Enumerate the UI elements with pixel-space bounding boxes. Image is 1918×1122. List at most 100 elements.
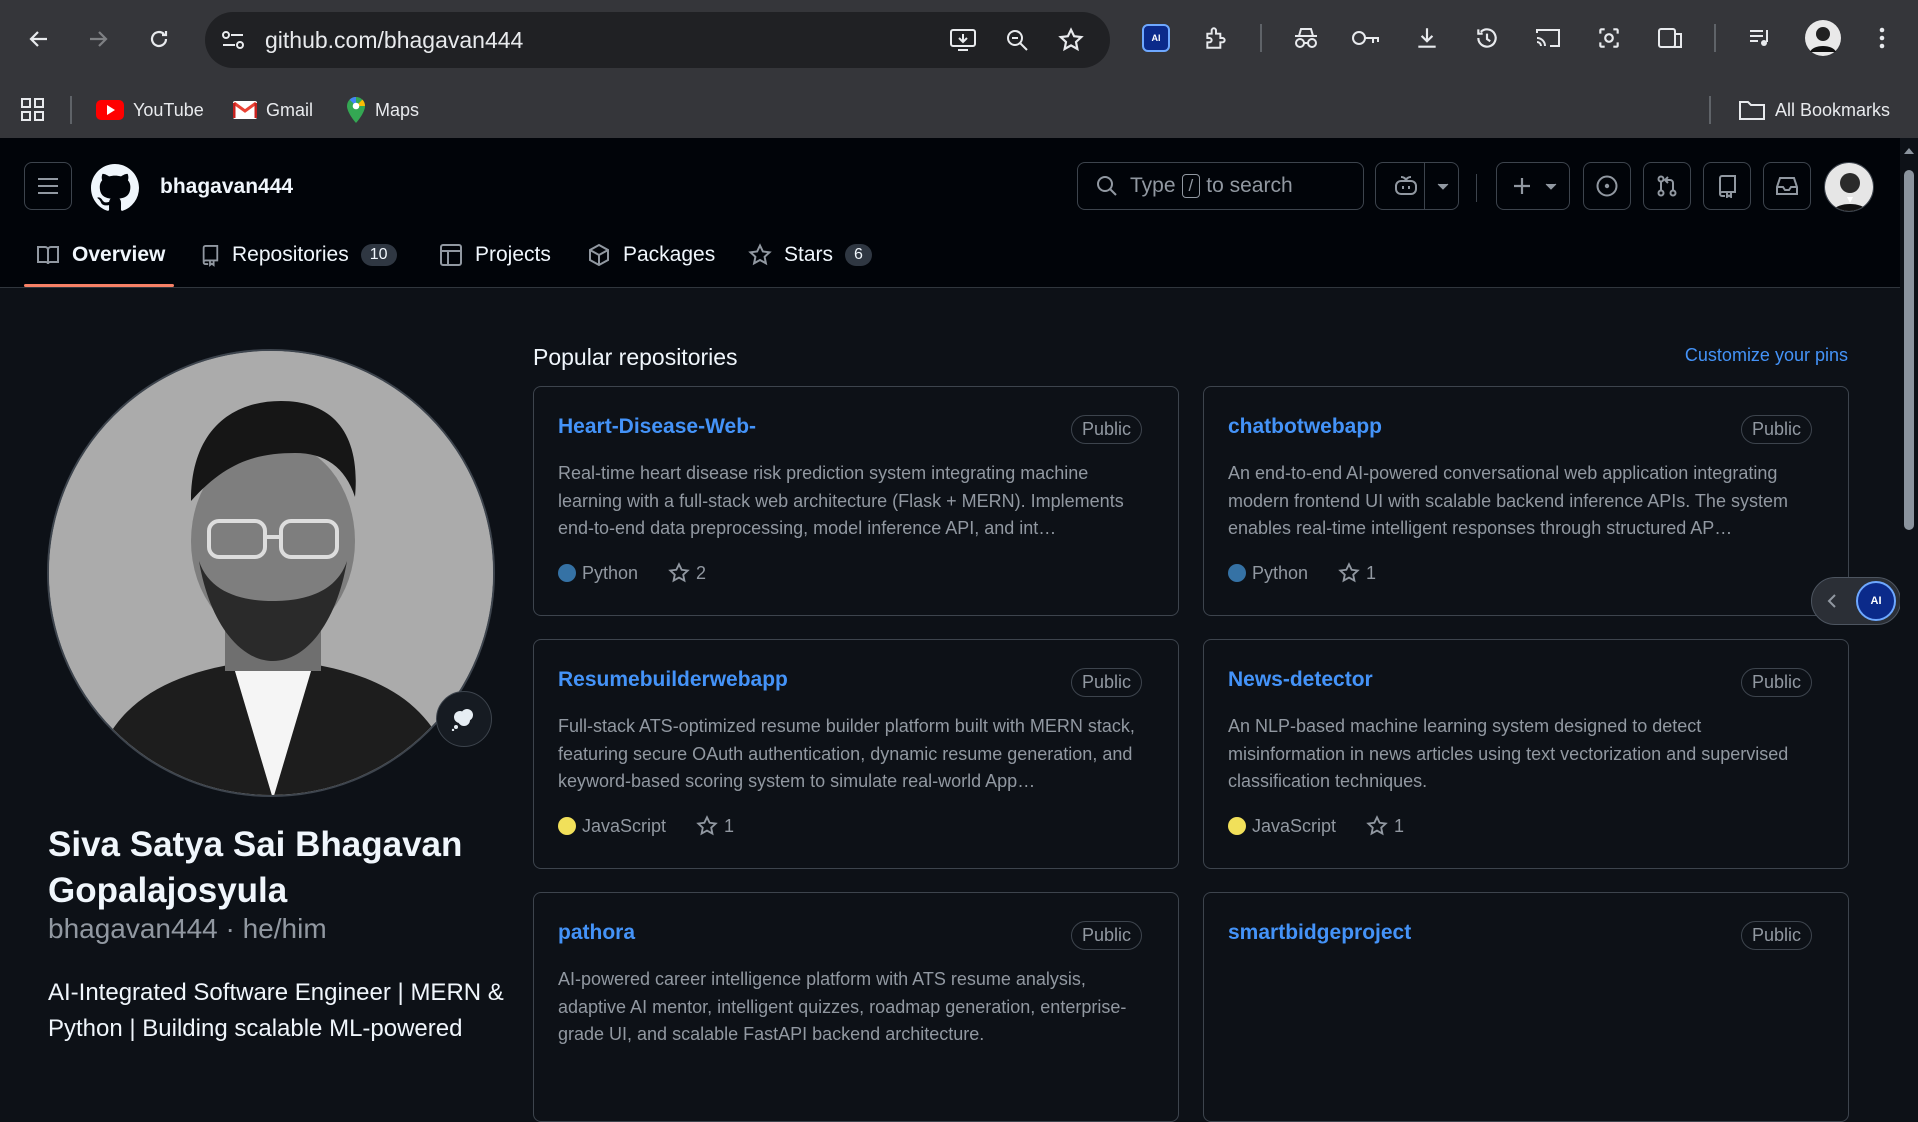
hamburger-icon	[38, 178, 58, 194]
header-divider	[1476, 174, 1477, 202]
downloads-icon[interactable]	[1411, 22, 1443, 54]
chevron-left-icon	[1827, 594, 1836, 608]
pinned-repo-card: chatbotwebapp Public An end-to-end AI-powe…	[1203, 386, 1849, 616]
ai-badge-icon: AI	[1856, 581, 1896, 621]
repo-language: Python	[1252, 562, 1309, 583]
star-icon	[668, 562, 690, 583]
zoom-icon[interactable]	[1001, 26, 1033, 54]
bookmarks-divider	[1709, 96, 1711, 124]
package-icon	[589, 243, 609, 267]
tab-search-icon[interactable]	[1654, 22, 1686, 54]
menu-kebab-icon[interactable]	[1866, 22, 1898, 54]
repo-meta: JavaScript 1	[1228, 815, 1404, 837]
active-tab-indicator	[24, 284, 174, 287]
bookmark-maps[interactable]: Maps	[346, 95, 419, 125]
visibility-badge: Public	[1070, 668, 1142, 697]
pinned-repo-card: smartbidgeproject Public	[1203, 892, 1849, 1122]
repo-name-link[interactable]: Heart-Disease-Web-	[558, 415, 756, 439]
set-status-button[interactable]	[436, 691, 492, 747]
tab-projects[interactable]: Projects	[439, 236, 551, 274]
repo-language: Python	[582, 562, 639, 583]
scrollbar-thumb[interactable]	[1904, 170, 1914, 530]
star-icon	[748, 243, 772, 266]
create-new-button[interactable]	[1496, 162, 1570, 210]
star-icon	[1338, 562, 1360, 583]
address-bar[interactable]: github.com/bhagavan444	[205, 12, 1110, 68]
repo-stars-link[interactable]: 1	[1338, 562, 1376, 584]
table-icon	[440, 244, 462, 266]
stars-count: 6	[845, 244, 872, 266]
repositories-button[interactable]	[1703, 162, 1751, 210]
copilot-button[interactable]	[1375, 162, 1459, 210]
url-text[interactable]: github.com/bhagavan444	[265, 27, 523, 54]
repo-language: JavaScript	[1252, 815, 1337, 836]
repo-icon	[1718, 175, 1736, 198]
search-shortcut-key: /	[1181, 174, 1201, 198]
tab-overview[interactable]: Overview	[36, 236, 165, 274]
lens-icon[interactable]	[1593, 22, 1625, 54]
inbox-icon	[1776, 177, 1798, 195]
tab-packages[interactable]: Packages	[587, 236, 715, 274]
customize-pins-link[interactable]: Customize your pins	[1685, 345, 1848, 366]
folder-icon	[1739, 101, 1765, 120]
header-username[interactable]: bhagavan444	[160, 175, 293, 199]
repo-meta: Python 1	[1228, 562, 1376, 584]
repo-name-link[interactable]: pathora	[558, 921, 635, 945]
toolbar-divider	[1260, 24, 1262, 52]
profile-avatar[interactable]	[1804, 19, 1842, 57]
ai-extension-icon[interactable]: AI	[1140, 22, 1172, 54]
repo-description: Full-stack ATS-optimized resume builder …	[558, 716, 1135, 791]
bookmark-youtube[interactable]: YouTube	[96, 95, 204, 125]
repo-stars-link[interactable]: 2	[668, 562, 706, 584]
cast-icon[interactable]	[1532, 22, 1564, 54]
repo-name-link[interactable]: News-detector	[1228, 668, 1373, 692]
media-controls-icon[interactable]	[1744, 22, 1776, 54]
profile-login-pronouns: bhagavan444 · he/him	[48, 913, 327, 944]
repo-description: An NLP-based machine learning system des…	[1228, 716, 1789, 791]
inbox-button[interactable]	[1763, 162, 1811, 210]
repo-stars-link[interactable]: 1	[696, 815, 734, 837]
ai-assistant-floating-button[interactable]: AI	[1811, 577, 1901, 625]
repo-name-link[interactable]: chatbotwebapp	[1228, 415, 1382, 439]
repo-star-count: 1	[1394, 815, 1405, 836]
hamburger-menu-button[interactable]	[24, 162, 72, 210]
profile-photo[interactable]	[47, 349, 495, 797]
pull-requests-button[interactable]	[1643, 162, 1691, 210]
incognito-icon[interactable]	[1290, 22, 1322, 54]
site-info-icon[interactable]	[219, 28, 247, 52]
back-arrow-icon	[29, 31, 47, 47]
all-bookmarks-button[interactable]: All Bookmarks	[1738, 95, 1890, 125]
password-key-icon[interactable]	[1350, 22, 1382, 54]
plus-icon	[1514, 178, 1530, 194]
search-input[interactable]: Type / to search	[1077, 162, 1364, 210]
back-button[interactable]	[21, 21, 57, 57]
bookmark-gmail[interactable]: Gmail	[233, 95, 313, 125]
repo-name-link[interactable]: Resumebuilderwebapp	[558, 668, 788, 692]
reload-button[interactable]	[141, 21, 177, 57]
issue-opened-icon	[1596, 175, 1618, 197]
user-avatar[interactable]	[1824, 162, 1874, 212]
install-app-icon[interactable]	[947, 26, 979, 54]
extensions-puzzle-icon[interactable]	[1200, 22, 1232, 54]
visibility-badge: Public	[1070, 921, 1142, 950]
pinned-repo-card: pathora Public AI-powered career intellige…	[533, 892, 1179, 1122]
repo-name-link[interactable]: smartbidgeproject	[1228, 921, 1411, 945]
issues-button[interactable]	[1583, 162, 1631, 210]
pinned-repo-card: Resumebuilderwebapp Public Full-stack ATS-…	[533, 639, 1179, 869]
history-icon[interactable]	[1471, 22, 1503, 54]
github-logo-icon[interactable]	[91, 164, 139, 212]
apps-grid-icon[interactable]	[20, 95, 46, 125]
repo-description: Real-time heart disease risk prediction …	[558, 463, 1124, 538]
visibility-badge: Public	[1740, 921, 1812, 950]
forward-button[interactable]	[80, 21, 116, 57]
git-pull-request-icon	[1657, 175, 1677, 197]
repo-stars-link[interactable]: 1	[1366, 815, 1404, 837]
bookmark-star-icon[interactable]	[1055, 26, 1087, 54]
tab-repositories[interactable]: Repositories 10	[200, 236, 397, 274]
profile-full-name: Siva Satya Sai Bhagavan Gopalajosyula	[48, 825, 463, 910]
page-scrollbar[interactable]	[1900, 138, 1918, 1048]
thought-bubble-icon	[451, 709, 473, 731]
youtube-icon	[96, 100, 124, 120]
tab-stars[interactable]: Stars 6	[748, 236, 872, 274]
toolbar-divider	[1714, 24, 1716, 52]
